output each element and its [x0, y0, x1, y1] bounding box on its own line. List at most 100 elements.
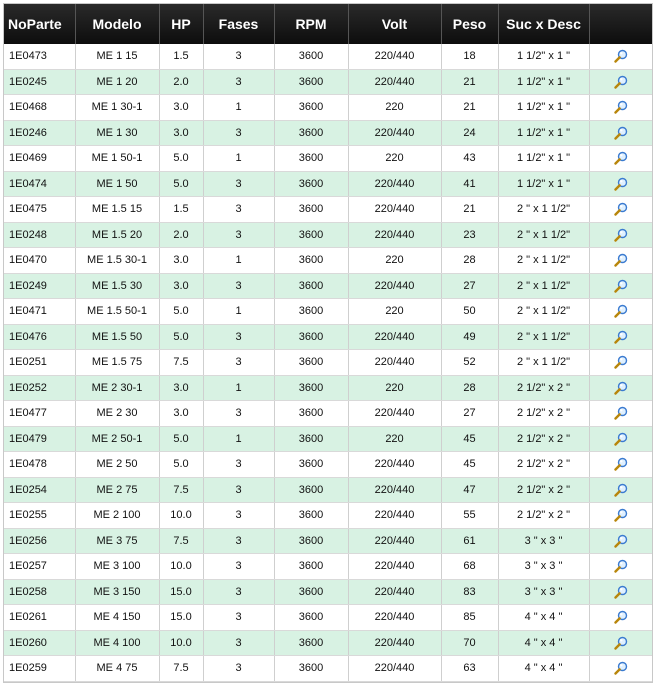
peso-cell: 21 — [441, 196, 499, 223]
peso-cell: 21 — [441, 69, 499, 95]
modelo-cell: ME 2 75 — [75, 477, 160, 503]
fases-cell: 3 — [203, 349, 275, 376]
suc-x-desc-cell: 2 " x 1 1/2" — [498, 324, 590, 350]
header-fases[interactable]: Fases — [203, 4, 275, 44]
modelo-cell: ME 2 50 — [75, 451, 160, 478]
magnifier-icon[interactable] — [614, 559, 628, 573]
peso-cell: 63 — [441, 655, 499, 682]
magnifier-icon[interactable] — [614, 100, 628, 114]
suc-x-desc-cell: 2 1/2" x 2 " — [498, 400, 590, 427]
header-modelo[interactable]: Modelo — [75, 4, 160, 44]
header-suc-x-desc[interactable]: Suc x Desc — [498, 4, 590, 44]
table-row: 1E0475 ME 1.5 15 1.5 3 3600 220/440 21 2 " x 1 … — [4, 196, 652, 223]
modelo-cell: ME 4 100 — [75, 630, 160, 656]
fases-cell: 3 — [203, 44, 275, 70]
header-peso[interactable]: Peso — [441, 4, 499, 44]
volt-cell: 220/440 — [348, 171, 442, 197]
volt-cell: 220/440 — [348, 69, 442, 95]
hp-cell: 5.0 — [159, 171, 204, 197]
magnifier-icon[interactable] — [614, 508, 628, 522]
modelo-cell: ME 1.5 75 — [75, 349, 160, 376]
header-noparte[interactable]: NoParte — [4, 4, 76, 44]
modelo-cell: ME 1 30-1 — [75, 94, 160, 121]
magnifier-icon[interactable] — [614, 534, 628, 548]
action-cell — [589, 298, 652, 325]
volt-cell: 220 — [348, 145, 442, 172]
rpm-cell: 3600 — [274, 630, 349, 656]
magnifier-icon[interactable] — [614, 279, 628, 293]
magnifier-icon[interactable] — [614, 355, 628, 369]
magnifier-icon[interactable] — [614, 406, 628, 420]
hp-cell: 10.0 — [159, 553, 204, 580]
noparte-cell: 1E0245 — [4, 69, 76, 95]
peso-cell: 68 — [441, 553, 499, 580]
suc-x-desc-cell: 2 1/2" x 2 " — [498, 375, 590, 401]
magnifier-icon[interactable] — [614, 432, 628, 446]
magnifier-icon[interactable] — [614, 253, 628, 267]
fases-cell: 3 — [203, 171, 275, 197]
rpm-cell: 3600 — [274, 553, 349, 580]
rpm-cell: 3600 — [274, 247, 349, 274]
fases-cell: 1 — [203, 298, 275, 325]
header-volt[interactable]: Volt — [348, 4, 442, 44]
magnifier-icon[interactable] — [614, 585, 628, 599]
peso-cell: 45 — [441, 451, 499, 478]
modelo-cell: ME 3 100 — [75, 553, 160, 580]
suc-x-desc-cell: 2 1/2" x 2 " — [498, 451, 590, 478]
magnifier-icon[interactable] — [614, 49, 628, 63]
rpm-cell: 3600 — [274, 145, 349, 172]
rpm-cell: 3600 — [274, 273, 349, 299]
peso-cell: 23 — [441, 222, 499, 248]
modelo-cell: ME 2 30 — [75, 400, 160, 427]
magnifier-icon[interactable] — [614, 126, 628, 140]
hp-cell: 3.0 — [159, 94, 204, 121]
magnifier-icon[interactable] — [614, 151, 628, 165]
noparte-cell: 1E0476 — [4, 324, 76, 350]
peso-cell: 85 — [441, 604, 499, 631]
magnifier-icon[interactable] — [614, 330, 628, 344]
peso-cell: 83 — [441, 579, 499, 605]
rpm-cell: 3600 — [274, 222, 349, 248]
magnifier-icon[interactable] — [614, 202, 628, 216]
hp-cell: 15.0 — [159, 579, 204, 605]
rpm-cell: 3600 — [274, 196, 349, 223]
header-rpm[interactable]: RPM — [274, 4, 349, 44]
table-row: 1E0477 ME 2 30 3.0 3 3600 220/440 27 2 1/2" x 2… — [4, 400, 652, 427]
magnifier-icon[interactable] — [614, 304, 628, 318]
volt-cell: 220 — [348, 375, 442, 401]
header-actions — [589, 4, 652, 44]
magnifier-icon[interactable] — [614, 636, 628, 650]
peso-cell: 27 — [441, 273, 499, 299]
action-cell — [589, 375, 652, 401]
hp-cell: 7.5 — [159, 528, 204, 554]
rpm-cell: 3600 — [274, 579, 349, 605]
peso-cell: 24 — [441, 120, 499, 146]
noparte-cell: 1E0471 — [4, 298, 76, 325]
hp-cell: 2.0 — [159, 222, 204, 248]
volt-cell: 220/440 — [348, 349, 442, 376]
peso-cell: 43 — [441, 145, 499, 172]
magnifier-icon[interactable] — [614, 457, 628, 471]
magnifier-icon[interactable] — [614, 177, 628, 191]
hp-cell: 5.0 — [159, 324, 204, 350]
rpm-cell: 3600 — [274, 528, 349, 554]
rpm-cell: 3600 — [274, 477, 349, 503]
magnifier-icon[interactable] — [614, 610, 628, 624]
fases-cell: 3 — [203, 477, 275, 503]
magnifier-icon[interactable] — [614, 483, 628, 497]
magnifier-icon[interactable] — [614, 75, 628, 89]
table-row: 1E0468 ME 1 30-1 3.0 1 3600 220 21 1 1/2" x 1 " — [4, 94, 652, 121]
table-row: 1E0469 ME 1 50-1 5.0 1 3600 220 43 1 1/2" x 1 " — [4, 145, 652, 172]
fases-cell: 1 — [203, 247, 275, 274]
header-hp[interactable]: HP — [159, 4, 204, 44]
magnifier-icon[interactable] — [614, 661, 628, 675]
magnifier-icon[interactable] — [614, 228, 628, 242]
noparte-cell: 1E0257 — [4, 553, 76, 580]
hp-cell: 5.0 — [159, 451, 204, 478]
suc-x-desc-cell: 3 " x 3 " — [498, 528, 590, 554]
noparte-cell: 1E0259 — [4, 655, 76, 682]
hp-cell: 10.0 — [159, 502, 204, 529]
action-cell — [589, 273, 652, 299]
modelo-cell: ME 1.5 30 — [75, 273, 160, 299]
magnifier-icon[interactable] — [614, 381, 628, 395]
